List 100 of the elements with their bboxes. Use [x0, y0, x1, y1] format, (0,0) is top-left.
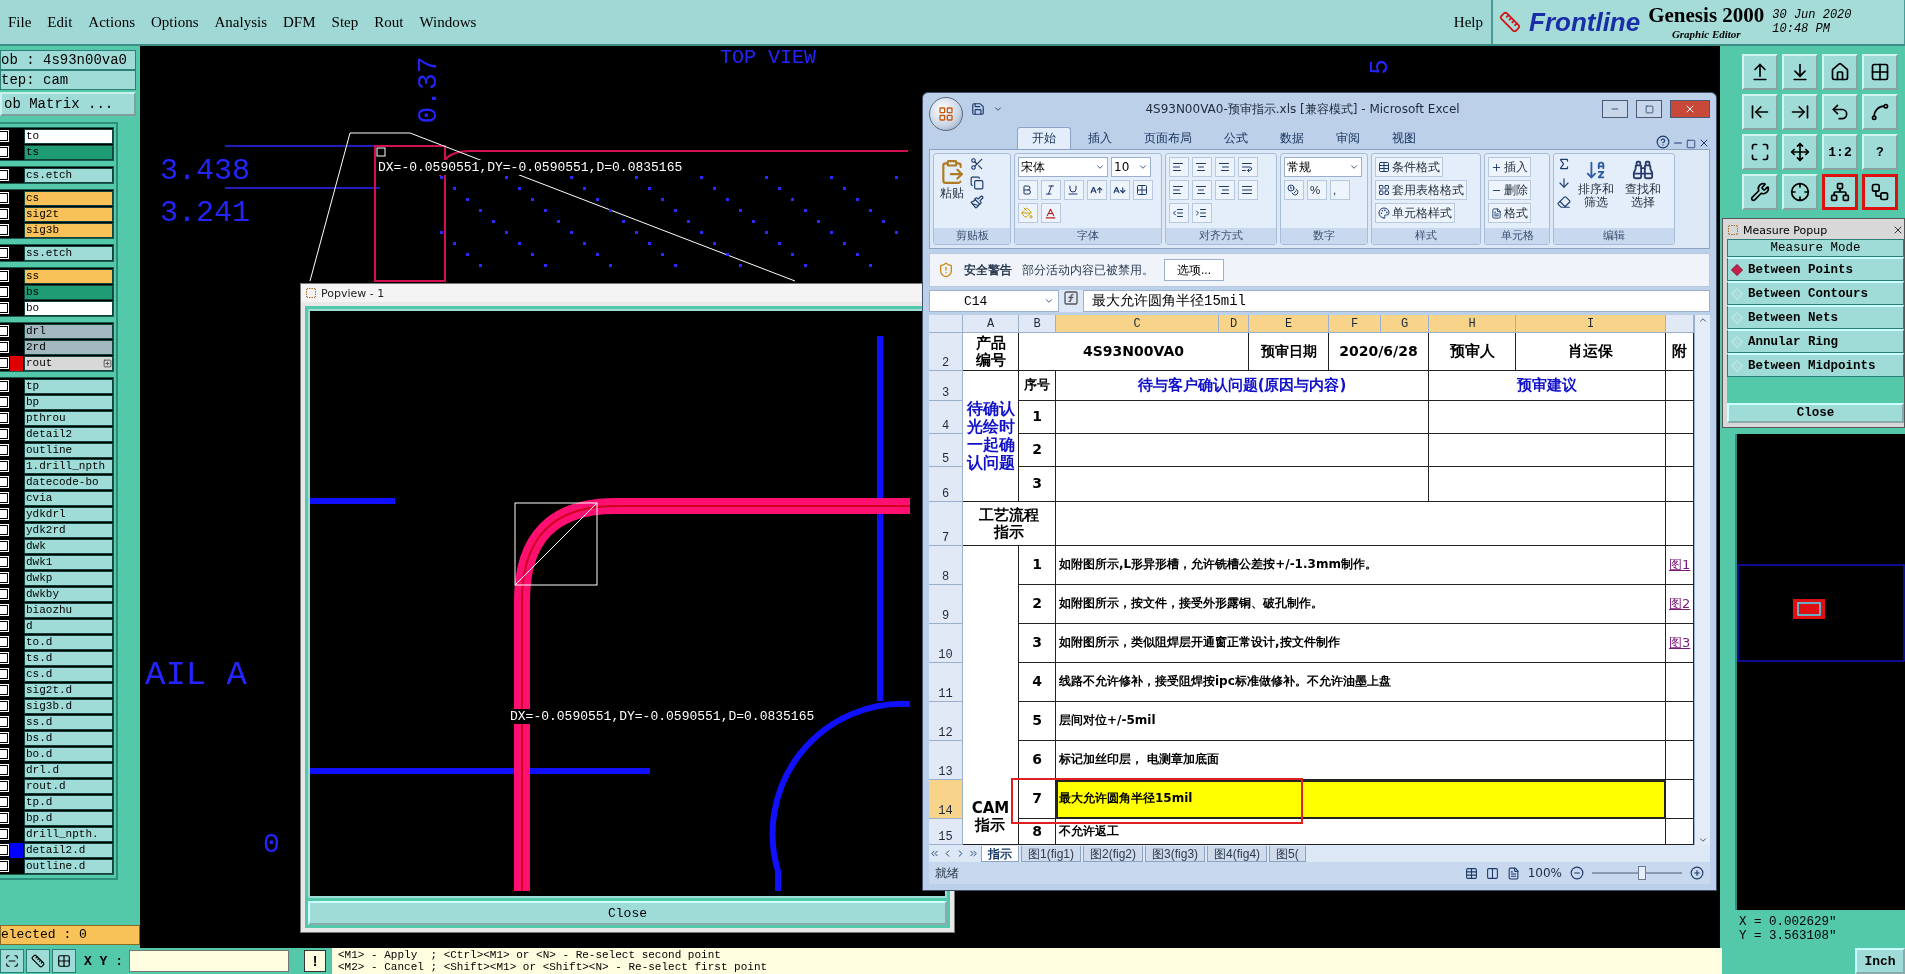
sheet-link[interactable]: 图1: [1669, 557, 1691, 573]
row-header[interactable]: 4: [929, 401, 963, 434]
paste-button[interactable]: 粘贴: [937, 157, 967, 209]
align-button[interactable]: [1192, 157, 1212, 177]
layer-item[interactable]: sig3b.d: [24, 698, 113, 714]
layer-checkbox[interactable]: [0, 621, 8, 631]
sigma-icon[interactable]: [1557, 157, 1571, 171]
layer-item[interactable]: to.d: [24, 634, 113, 650]
layer-item[interactable]: dwk: [24, 538, 113, 554]
copy-icon[interactable]: [970, 176, 984, 190]
sheet-tab[interactable]: 图3(fig3): [1145, 845, 1206, 862]
first-sheet-icon[interactable]: [929, 848, 940, 859]
sheet-tab[interactable]: 指示: [981, 845, 1019, 862]
layer-item[interactable]: ss.d: [24, 714, 113, 730]
layer-item[interactable]: dwk1: [24, 554, 113, 570]
menu-item[interactable]: Analysis: [206, 13, 276, 31]
layer-checkbox[interactable]: [0, 557, 8, 567]
layer-item[interactable]: tp.d: [24, 794, 113, 810]
layer-checkbox[interactable]: [0, 861, 8, 871]
restore-icon[interactable]: [1686, 139, 1696, 149]
close-button[interactable]: Close: [308, 901, 947, 925]
radio-option[interactable]: Between Points: [1727, 257, 1904, 281]
layer-item[interactable]: cs: [24, 190, 113, 206]
layer-checkbox[interactable]: [0, 749, 8, 759]
layer-item[interactable]: bs.d: [24, 730, 113, 746]
font-select[interactable]: 宋体: [1018, 157, 1108, 177]
close-icon[interactable]: [1698, 137, 1710, 149]
layer-item[interactable]: ts.d: [24, 650, 113, 666]
layer-checkbox[interactable]: [0, 541, 8, 551]
function-icon[interactable]: [1063, 290, 1079, 306]
align-button[interactable]: [1238, 180, 1258, 200]
last-sheet-icon[interactable]: [968, 848, 979, 859]
brush-icon[interactable]: [970, 195, 984, 209]
scissors-icon[interactable]: [970, 157, 984, 171]
ribbon-tab[interactable]: 视图: [1377, 127, 1431, 149]
layer-item[interactable]: ts: [24, 144, 113, 160]
layer-item[interactable]: rout.d: [24, 778, 113, 794]
layer-item[interactable]: pthrou: [24, 410, 113, 426]
cells-button[interactable]: 插入: [1488, 157, 1531, 177]
layer-checkbox[interactable]: [0, 733, 8, 743]
zoom-thumb[interactable]: [1637, 866, 1646, 880]
menu-item[interactable]: Actions: [80, 13, 143, 31]
layer-item[interactable]: dwkby: [24, 586, 113, 602]
format-select[interactable]: 常规: [1284, 157, 1362, 177]
layer-checkbox[interactable]: [0, 429, 8, 439]
layer-checkbox[interactable]: [0, 170, 8, 180]
row-header[interactable]: 10: [929, 624, 963, 663]
currency-button[interactable]: [1284, 180, 1304, 200]
column-header[interactable]: F: [1329, 315, 1381, 333]
ribbon-tab[interactable]: 公式: [1209, 127, 1263, 149]
toolbar-icon-button[interactable]: [1822, 174, 1858, 210]
menu-item[interactable]: Step: [323, 13, 367, 31]
row-header[interactable]: 2: [929, 333, 963, 371]
radio-option[interactable]: Between Midpoints: [1727, 353, 1904, 377]
layer-item[interactable]: sig3b: [24, 222, 113, 238]
size-select[interactable]: 10: [1111, 157, 1151, 177]
styles-button[interactable]: 单元格样式: [1375, 203, 1455, 223]
radio-option[interactable]: Between Nets: [1727, 305, 1904, 329]
align-button[interactable]: [1169, 157, 1189, 177]
layer-checkbox[interactable]: [0, 461, 8, 471]
menu-item[interactable]: Rout: [366, 13, 412, 31]
layer-item[interactable]: d: [24, 618, 113, 634]
toolbar-button[interactable]: ?: [1862, 134, 1898, 170]
alert-button[interactable]: !: [304, 950, 326, 972]
job-matrix-button[interactable]: ob Matrix ...: [0, 92, 136, 116]
row-header[interactable]: 8: [929, 546, 963, 585]
layer-checkbox[interactable]: [0, 717, 8, 727]
layer-item[interactable]: dwkp: [24, 570, 113, 586]
comma-button[interactable]: ,: [1330, 180, 1350, 200]
ribbon-tab[interactable]: 审阅: [1321, 127, 1375, 149]
name-box[interactable]: C14: [929, 290, 1059, 312]
sheet-tab[interactable]: 图2(fig2): [1083, 845, 1144, 862]
grow-font-button[interactable]: [1087, 180, 1107, 200]
sheet-link[interactable]: 图3: [1669, 635, 1691, 651]
layer-item[interactable]: bp.d: [24, 810, 113, 826]
layer-checkbox[interactable]: [0, 669, 8, 679]
layer-item[interactable]: to: [24, 128, 113, 144]
layer-checkbox[interactable]: [0, 358, 8, 368]
layer-item[interactable]: outline.d: [24, 858, 113, 874]
align-button[interactable]: [1192, 180, 1212, 200]
close-button[interactable]: Close: [1727, 403, 1904, 423]
expand-icon[interactable]: [103, 358, 112, 368]
layer-checkbox[interactable]: [0, 845, 8, 855]
layer-checkbox[interactable]: [0, 248, 8, 258]
minimize-button[interactable]: [1602, 100, 1628, 118]
column-header[interactable]: E: [1249, 315, 1329, 333]
maximize-button[interactable]: [1636, 100, 1662, 118]
ribbon-tab[interactable]: 开始: [1017, 127, 1071, 149]
layer-checkbox[interactable]: [0, 605, 8, 615]
row-header[interactable]: 14: [929, 780, 963, 819]
align-button[interactable]: [1215, 180, 1235, 200]
layer-item[interactable]: drl: [24, 323, 113, 339]
column-header[interactable]: H: [1429, 315, 1516, 333]
bold-button[interactable]: [1018, 180, 1038, 200]
help-menu[interactable]: Help: [1445, 13, 1491, 31]
layer-item[interactable]: cs.d: [24, 666, 113, 682]
layer-item[interactable]: biaozhu: [24, 602, 113, 618]
normal-view-icon[interactable]: [1464, 866, 1478, 880]
layer-item[interactable]: drl.d: [24, 762, 113, 778]
xy-input-field[interactable]: [129, 950, 289, 972]
